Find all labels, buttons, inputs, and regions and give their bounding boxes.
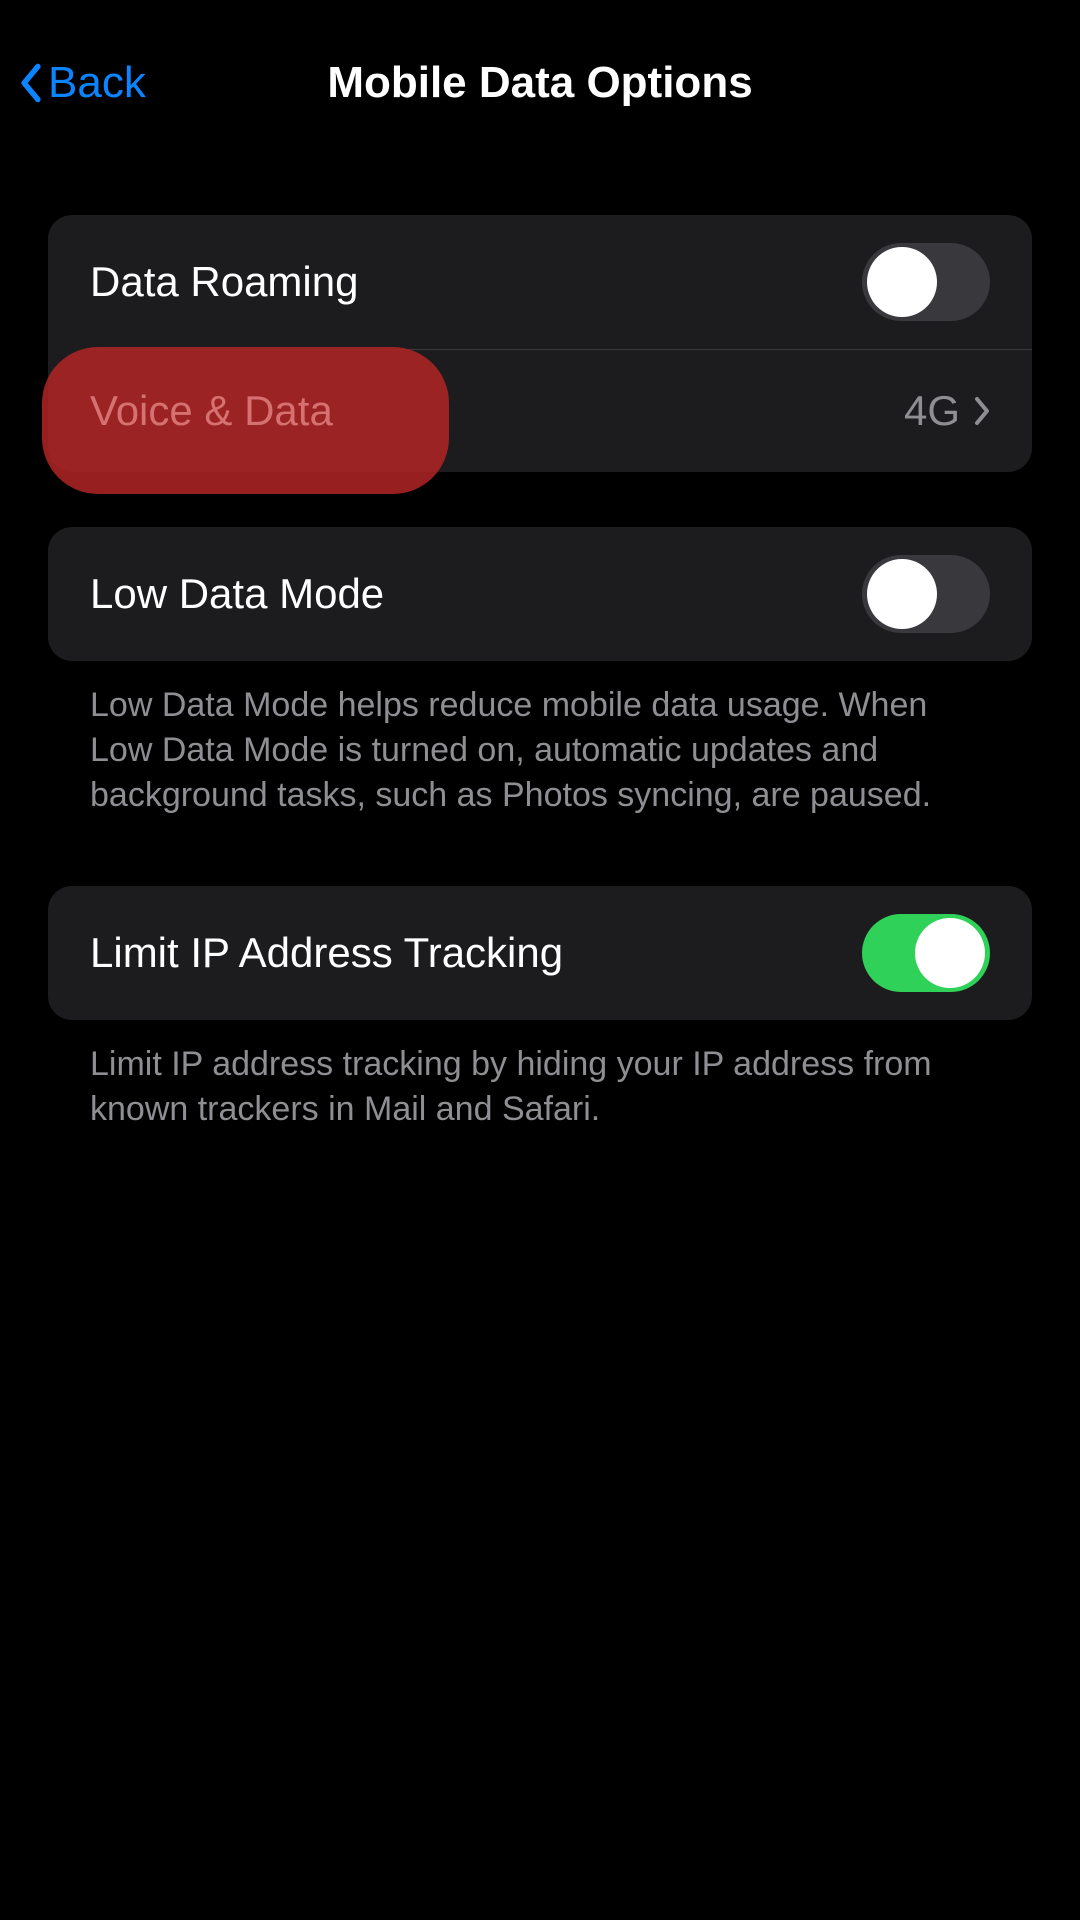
limit-ip-label: Limit IP Address Tracking [90,929,563,977]
low-data-mode-toggle[interactable] [862,555,990,633]
limit-ip-toggle[interactable] [862,914,990,992]
low-data-mode-footer: Low Data Mode helps reduce mobile data u… [48,683,1032,818]
content: Data Roaming Voice & Data 4G Low Data Mo… [0,140,1080,1131]
page-title: Mobile Data Options [0,58,1080,108]
back-button[interactable]: Back [20,58,146,108]
header: Back Mobile Data Options [0,0,1080,140]
settings-group-1: Data Roaming Voice & Data 4G [48,215,1032,472]
voice-and-data-value: 4G [904,387,960,435]
chevron-left-icon [20,63,42,103]
low-data-mode-label: Low Data Mode [90,570,384,618]
toggle-knob [915,918,985,988]
toggle-knob [867,559,937,629]
data-roaming-label: Data Roaming [90,258,358,306]
voice-and-data-row[interactable]: Voice & Data 4G [48,350,1032,472]
settings-group-2: Low Data Mode [48,527,1032,661]
data-roaming-row[interactable]: Data Roaming [48,215,1032,349]
row-right: 4G [904,387,990,435]
toggle-knob [867,247,937,317]
low-data-mode-row[interactable]: Low Data Mode [48,527,1032,661]
data-roaming-toggle[interactable] [862,243,990,321]
chevron-right-icon [974,397,990,425]
voice-and-data-label: Voice & Data [90,387,333,435]
settings-group-3: Limit IP Address Tracking [48,886,1032,1020]
limit-ip-footer: Limit IP address tracking by hiding your… [48,1042,1032,1132]
limit-ip-row[interactable]: Limit IP Address Tracking [48,886,1032,1020]
back-label: Back [48,58,146,108]
